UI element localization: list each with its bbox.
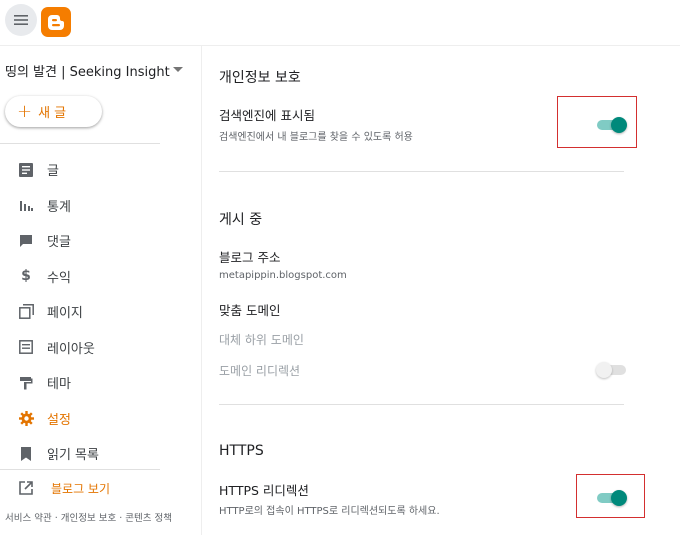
settings-icon	[18, 410, 34, 426]
domain-redirect-label: 도메인 리디렉션	[219, 364, 301, 378]
caret-down-icon	[173, 67, 183, 72]
comments-icon	[18, 233, 34, 249]
publishing-section-title: 게시 중	[219, 212, 263, 228]
plus-icon: +	[17, 100, 33, 122]
hamburger-menu-button[interactable]	[5, 4, 37, 36]
sidebar-divider	[0, 469, 160, 470]
sidebar-item-layout[interactable]: 레이아웃	[0, 330, 200, 366]
blog-address-value: metapippin.blogspot.com	[219, 270, 347, 281]
section-divider	[219, 404, 624, 405]
sidebar-item-settings[interactable]: 설정	[0, 401, 200, 437]
sidebar-item-label: 읽기 목록	[47, 448, 99, 464]
new-post-label: 새 글	[38, 106, 67, 121]
sidebar-item-label: 설정	[47, 412, 71, 428]
blog-selector[interactable]: 띵의 발견 | Seeking Insight	[5, 60, 195, 80]
new-post-button[interactable]: + 새 글	[5, 96, 102, 127]
sidebar-item-posts[interactable]: 글	[0, 152, 200, 188]
blogger-logo-icon[interactable]	[41, 7, 71, 37]
search-visible-description: 검색엔진에서 내 블로그를 찾을 수 있도록 허용	[219, 132, 413, 143]
layout-icon	[18, 339, 34, 355]
pages-icon	[18, 304, 34, 320]
sidebar-item-comments[interactable]: 댓글	[0, 223, 200, 259]
sidebar-item-stats[interactable]: 통계	[0, 188, 200, 224]
theme-icon	[18, 375, 34, 391]
open-in-new-icon	[18, 480, 34, 496]
sidebar-item-earnings[interactable]: $ 수익	[0, 259, 200, 295]
posts-icon	[18, 162, 34, 178]
view-blog-link[interactable]: 블로그 보기	[0, 473, 200, 503]
stats-icon	[18, 197, 34, 213]
https-redirect-description: HTTP로의 접속이 HTTPS로 리디렉션되도록 하세요.	[219, 506, 440, 517]
sidebar-nav: 글 통계 댓글 $ 수익 페이지 레이아웃 테마 설정 읽기 목록	[0, 152, 200, 472]
privacy-section-title: 개인정보 보호	[219, 70, 301, 86]
sidebar-divider	[0, 143, 160, 144]
blog-name: 띵의 발견 | Seeking Insight	[5, 64, 170, 80]
sidebar-item-label: 댓글	[47, 235, 71, 251]
sidebar-item-label: 수익	[47, 270, 71, 286]
earnings-icon: $	[21, 268, 31, 285]
sidebar-item-label: 글	[47, 164, 59, 180]
sidebar-item-pages[interactable]: 페이지	[0, 294, 200, 330]
domain-redirect-toggle[interactable]	[596, 362, 628, 378]
view-blog-label: 블로그 보기	[51, 481, 111, 496]
sidebar-item-theme[interactable]: 테마	[0, 365, 200, 401]
hamburger-menu-icon	[14, 15, 28, 25]
fallback-subdomain-label: 대체 하위 도메인	[219, 333, 304, 347]
search-visible-title: 검색엔진에 표시됨	[219, 108, 315, 123]
sidebar: 띵의 발견 | Seeking Insight + 새 글 글 통계 댓글 $	[0, 46, 202, 535]
section-divider	[219, 171, 624, 172]
top-bar	[0, 0, 680, 46]
reading-list-icon	[18, 446, 34, 462]
sidebar-item-label: 테마	[47, 377, 71, 393]
https-redirect-title: HTTPS 리디렉션	[219, 483, 309, 498]
search-visible-toggle[interactable]	[597, 117, 627, 133]
sidebar-item-reading-list[interactable]: 읽기 목록	[0, 436, 200, 472]
sidebar-item-label: 페이지	[47, 306, 83, 322]
footer-links[interactable]: 서비스 약관 · 개인정보 보호 · 콘텐츠 정책	[5, 510, 172, 524]
https-redirect-toggle[interactable]	[597, 490, 627, 506]
blog-address-label[interactable]: 블로그 주소	[219, 247, 280, 266]
https-section-title: HTTPS	[219, 443, 264, 459]
sidebar-item-label: 레이아웃	[47, 341, 95, 357]
sidebar-item-label: 통계	[47, 199, 71, 215]
custom-domain-label[interactable]: 맞춤 도메인	[219, 300, 280, 319]
